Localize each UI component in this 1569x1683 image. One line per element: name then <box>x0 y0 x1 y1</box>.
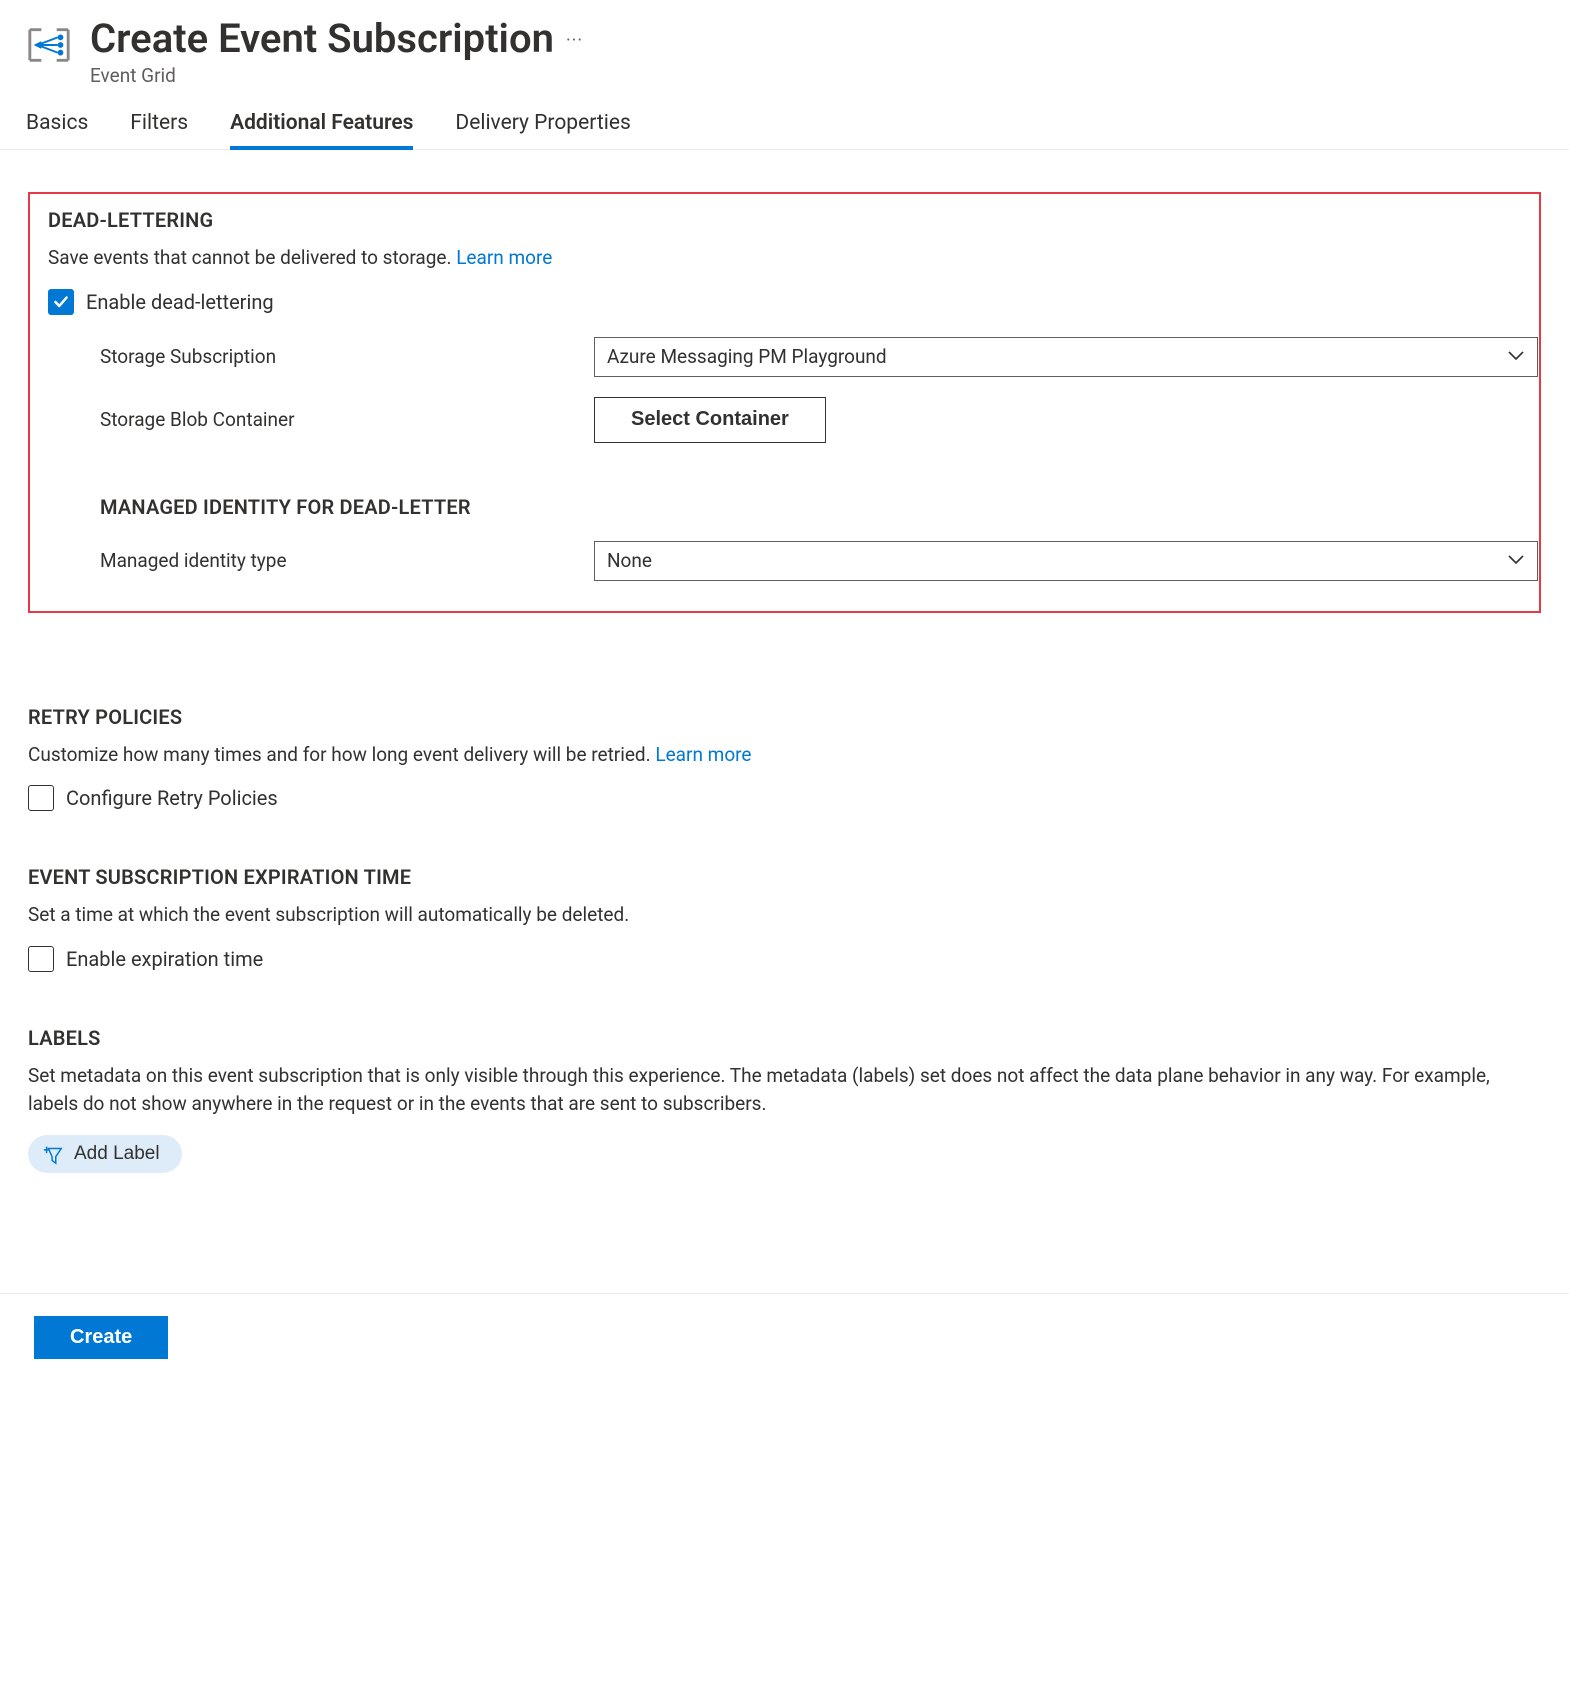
enable-expiration-checkbox[interactable] <box>28 946 54 972</box>
storage-subscription-label: Storage Subscription <box>100 345 594 368</box>
managed-identity-type-label: Managed identity type <box>100 549 594 572</box>
configure-retry-policies-label: Configure Retry Policies <box>66 786 278 810</box>
chevron-down-icon <box>1507 349 1525 365</box>
labels-desc: Set metadata on this event subscription … <box>28 1062 1541 1119</box>
more-actions-icon[interactable]: ··· <box>566 30 583 51</box>
managed-identity-type-select[interactable]: None <box>594 541 1538 581</box>
retry-policies-title: RETRY POLICIES <box>28 705 1541 729</box>
dead-lettering-learn-more-link[interactable]: Learn more <box>456 246 552 269</box>
select-container-button[interactable]: Select Container <box>594 397 826 443</box>
tab-filters[interactable]: Filters <box>130 111 188 149</box>
create-button[interactable]: Create <box>34 1316 168 1359</box>
managed-identity-type-value: None <box>607 549 652 572</box>
expiration-desc: Set a time at which the event subscripti… <box>28 901 1541 930</box>
enable-expiration-label: Enable expiration time <box>66 947 263 971</box>
page-header: Create Event Subscription ··· Event Grid <box>0 0 1569 93</box>
tab-delivery-properties[interactable]: Delivery Properties <box>455 111 630 149</box>
retry-policies-desc: Customize how many times and for how lon… <box>28 741 1541 770</box>
storage-subscription-value: Azure Messaging PM Playground <box>607 345 887 368</box>
enable-dead-lettering-checkbox[interactable] <box>48 289 74 315</box>
event-grid-service-icon <box>26 22 72 68</box>
labels-section: LABELS Set metadata on this event subscr… <box>28 1026 1541 1173</box>
chevron-down-icon <box>1507 553 1525 569</box>
retry-policies-learn-more-link[interactable]: Learn more <box>655 743 751 766</box>
tab-basics[interactable]: Basics <box>26 111 88 149</box>
tab-additional-features[interactable]: Additional Features <box>230 111 413 149</box>
retry-policies-section: RETRY POLICIES Customize how many times … <box>28 705 1541 812</box>
storage-blob-container-label: Storage Blob Container <box>100 408 594 431</box>
expiration-section: EVENT SUBSCRIPTION EXPIRATION TIME Set a… <box>28 865 1541 972</box>
footer-bar: Create <box>0 1293 1569 1381</box>
dead-lettering-desc-text: Save events that cannot be delivered to … <box>48 246 456 269</box>
add-label-button[interactable]: Add Label <box>28 1135 182 1173</box>
retry-policies-desc-text: Customize how many times and for how lon… <box>28 743 655 766</box>
storage-subscription-select[interactable]: Azure Messaging PM Playground <box>594 337 1538 377</box>
configure-retry-policies-checkbox[interactable] <box>28 785 54 811</box>
page-subtitle: Event Grid <box>90 64 1543 87</box>
managed-identity-dl-title: MANAGED IDENTITY FOR DEAD-LETTER <box>100 495 1521 519</box>
expiration-title: EVENT SUBSCRIPTION EXPIRATION TIME <box>28 865 1541 889</box>
dead-lettering-title: DEAD-LETTERING <box>48 208 1521 232</box>
enable-dead-lettering-label: Enable dead-lettering <box>86 290 274 314</box>
add-label-text: Add Label <box>74 1143 160 1165</box>
page-title: Create Event Subscription <box>90 16 554 62</box>
labels-title: LABELS <box>28 1026 1541 1050</box>
dead-lettering-highlight-box: DEAD-LETTERING Save events that cannot b… <box>28 192 1541 613</box>
tabs-nav: Basics Filters Additional Features Deliv… <box>0 93 1569 150</box>
dead-lettering-desc: Save events that cannot be delivered to … <box>48 244 1521 273</box>
add-filter-icon <box>42 1143 64 1165</box>
